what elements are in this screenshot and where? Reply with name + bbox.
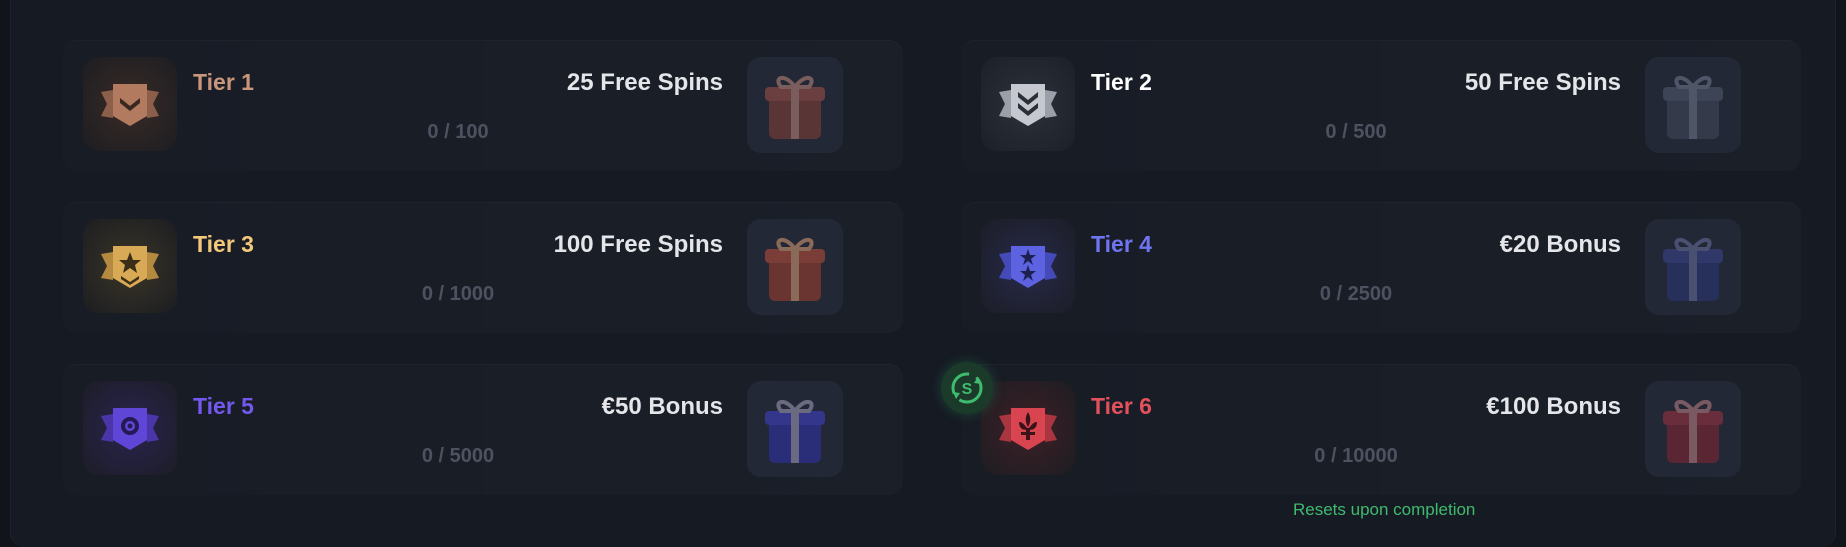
tier-card-3: Tier 3 100 Free Spins 0 / 1000 (63, 202, 903, 333)
gift-box-3 (747, 219, 843, 315)
tier-reward-1: 25 Free Spins (566, 69, 723, 96)
tier-progress-5: 0 / 5000 (421, 445, 495, 467)
tier-reward-2: 50 Free Spins (1464, 69, 1621, 96)
tier-badge-1 (83, 57, 177, 151)
bronze-chevron-icon (101, 84, 159, 126)
purple-gem-icon (101, 408, 159, 450)
tier-card-6: Tier 6 €100 Bonus 0 / 10000 (961, 364, 1801, 495)
tier-badge-2 (981, 57, 1075, 151)
tier-progress-6: 0 / 10000 (1314, 445, 1398, 467)
gold-star-icon (101, 246, 159, 288)
tier-progress-3: 0 / 1000 (421, 283, 495, 305)
tier-progress-4: 0 / 2500 (1319, 283, 1393, 305)
gift-icon (765, 238, 825, 301)
svg-text:S: S (962, 381, 973, 398)
tier-reward-3: 100 Free Spins (553, 231, 723, 258)
gift-icon (1663, 76, 1723, 139)
tier-title-5: Tier 5 (193, 393, 254, 419)
gift-icon (1663, 238, 1723, 301)
gift-box-6 (1645, 381, 1741, 477)
silver-double-chevron-icon (999, 84, 1057, 126)
tier-card-1: Tier 1 25 Free Spins 0 / 100 (63, 40, 903, 171)
gift-box-2 (1645, 57, 1741, 153)
gift-box-4 (1645, 219, 1741, 315)
red-fleur-de-lis-icon (999, 408, 1057, 450)
tier-card-2: Tier 2 50 Free Spins 0 / 500 (961, 40, 1801, 171)
gift-box-1 (747, 57, 843, 153)
tier-title-2: Tier 2 (1091, 69, 1152, 95)
tier-reward-6: €100 Bonus (1486, 393, 1621, 420)
tier-badge-4 (981, 219, 1075, 313)
tier-title-6: Tier 6 (1091, 393, 1152, 419)
reset-cycle-icon: S (941, 362, 993, 414)
tier-badge-3 (83, 219, 177, 313)
tier-title-4: Tier 4 (1091, 231, 1152, 257)
gift-icon (1663, 400, 1723, 463)
tier-title-3: Tier 3 (193, 231, 254, 257)
tier-reward-5: €50 Bonus (601, 393, 723, 420)
blue-two-stars-icon (999, 246, 1057, 288)
gift-icon (765, 76, 825, 139)
tier-reward-4: €20 Bonus (1499, 231, 1621, 258)
tier-progress-2: 0 / 500 (1325, 121, 1387, 143)
tier-card-4: Tier 4 €20 Bonus 0 / 2500 (961, 202, 1801, 333)
gift-icon (765, 400, 825, 463)
reset-note: Resets upon completion (1293, 500, 1476, 519)
tier-progress-1: 0 / 100 (427, 121, 489, 143)
tier-title-1: Tier 1 (193, 69, 254, 95)
tier-badge-6 (981, 381, 1075, 475)
tiers-panel: Tier 1 25 Free Spins 0 / 100 Tier 2 50 F… (10, 0, 1836, 547)
tier-badge-5 (83, 381, 177, 475)
tier-card-5: Tier 5 €50 Bonus 0 / 5000 (63, 364, 903, 495)
gift-box-5 (747, 381, 843, 477)
